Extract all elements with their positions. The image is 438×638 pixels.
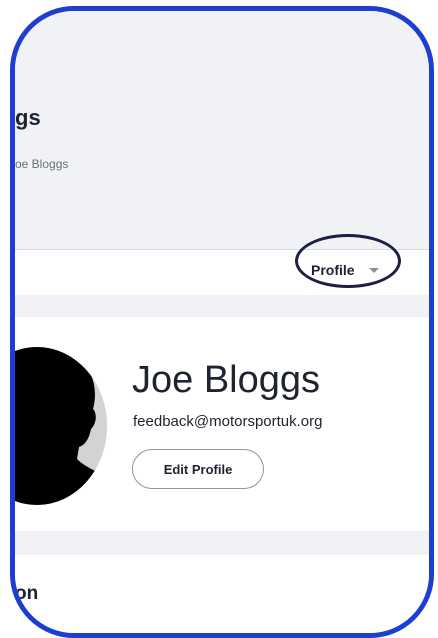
caret-down-icon	[368, 267, 379, 273]
section-title: on	[15, 583, 39, 604]
profile-dropdown-label: Profile	[311, 262, 355, 278]
spacer	[15, 295, 429, 317]
edit-profile-button[interactable]: Edit Profile	[132, 449, 264, 489]
page-title: gs	[15, 105, 41, 130]
user-email: feedback@motorsportuk.org	[133, 413, 323, 430]
profile-dropdown[interactable]: Profile	[311, 262, 379, 278]
section-panel: on	[15, 555, 429, 633]
phone-frame: gs oe Bloggs Profile Joe Bloggs feedback…	[10, 6, 434, 638]
tab-bar: Profile	[15, 249, 429, 296]
spacer	[15, 531, 429, 555]
breadcrumb[interactable]: oe Bloggs	[15, 157, 68, 171]
user-name: Joe Bloggs	[132, 359, 321, 401]
avatar	[15, 347, 107, 505]
person-silhouette-icon	[15, 347, 107, 505]
profile-card: Joe Bloggs feedback@motorsportuk.org Edi…	[15, 317, 429, 531]
page-header: gs oe Bloggs	[15, 11, 429, 249]
